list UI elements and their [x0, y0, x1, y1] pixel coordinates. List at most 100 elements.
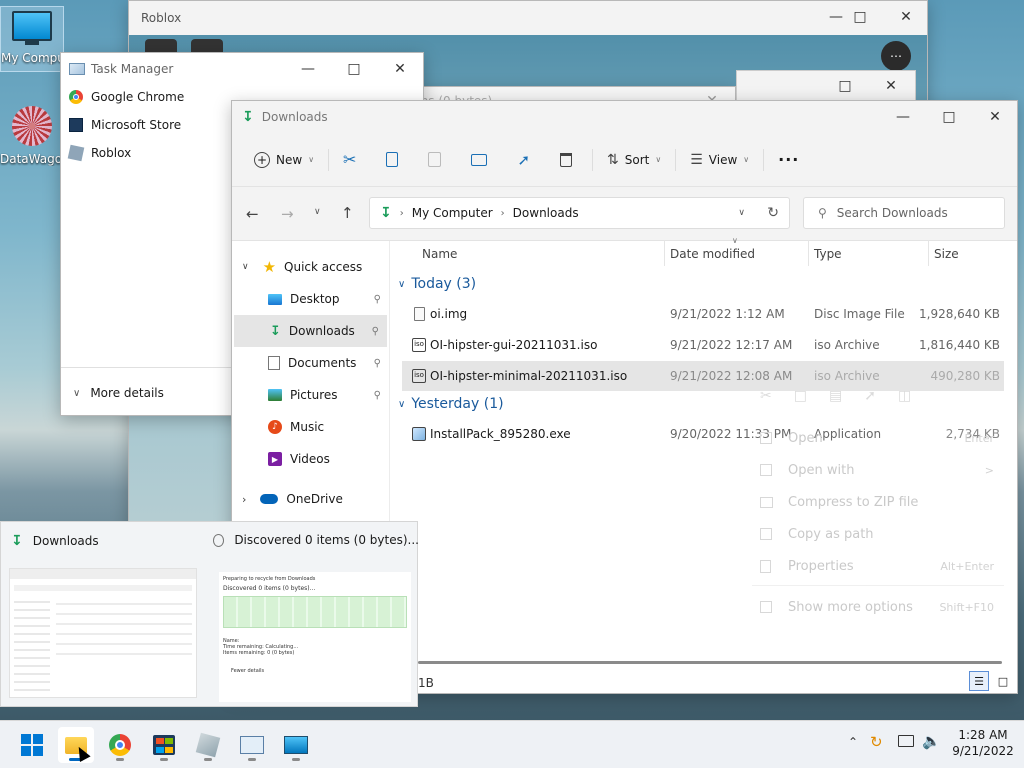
context-item-open-with[interactable]: Open with >: [760, 456, 1000, 484]
chevron-down-icon: ∨: [655, 155, 662, 164]
column-header-type[interactable]: Type: [814, 247, 842, 261]
monitor-icon: [12, 11, 52, 41]
up-arrow-icon[interactable]: ↑: [341, 204, 354, 222]
minimize-button[interactable]: —: [285, 53, 331, 85]
taskbar-chrome[interactable]: [102, 727, 138, 763]
network-icon[interactable]: [898, 735, 914, 747]
context-item-copy-path[interactable]: Copy as path: [760, 520, 1000, 548]
rename-icon[interactable]: ▤: [829, 388, 842, 404]
view-button[interactable]: ☰ View ∨: [682, 144, 757, 176]
copy-button[interactable]: [378, 144, 406, 176]
share-button[interactable]: ➚: [509, 144, 538, 176]
store-icon: [153, 735, 175, 755]
file-row[interactable]: iso OI-hipster-gui-20211031.iso 9/21/202…: [402, 330, 1004, 360]
refresh-icon[interactable]: ↻: [767, 205, 779, 221]
tiles-view-toggle[interactable]: □: [993, 671, 1013, 691]
delete-button[interactable]: [552, 144, 580, 176]
nav-item-documents[interactable]: Documents ⚲: [232, 347, 389, 379]
more-details-button[interactable]: ∨ More details: [61, 368, 233, 400]
taskbar-task-manager[interactable]: [234, 727, 270, 763]
trash-icon[interactable]: ◫: [898, 388, 911, 404]
clock-icon: [213, 533, 225, 547]
chevron-down-icon: ∨: [73, 387, 81, 399]
taskbar-file-explorer[interactable]: [58, 727, 94, 763]
context-item-open[interactable]: Open Enter: [760, 424, 1000, 452]
more-details-bar: ∨ More details: [61, 367, 233, 417]
address-dropdown-icon[interactable]: ∨: [738, 208, 745, 218]
maximize-button[interactable]: □: [331, 53, 377, 85]
nav-item-desktop[interactable]: Desktop ⚲: [232, 283, 389, 315]
close-button[interactable]: ✕: [868, 70, 914, 102]
sync-icon[interactable]: ↻: [870, 733, 883, 751]
group-header-today[interactable]: ∨ Today (3): [398, 276, 476, 292]
desktop-icon-datawagon[interactable]: DataWagon: [0, 106, 64, 166]
paste-button[interactable]: [420, 144, 449, 176]
breadcrumb-my-computer[interactable]: My Computer: [412, 206, 493, 220]
context-item-show-more[interactable]: Show more options Shift+F10: [760, 593, 1000, 621]
taskbar-roblox[interactable]: [190, 727, 226, 763]
close-button[interactable]: ✕: [972, 101, 1018, 133]
download-icon: ↧: [11, 533, 23, 549]
app-item-roblox[interactable]: Roblox: [61, 139, 231, 167]
app-item-chrome[interactable]: Google Chrome: [61, 83, 231, 111]
rename-button[interactable]: [463, 144, 495, 176]
context-item-compress-zip[interactable]: Compress to ZIP file: [760, 488, 1000, 516]
volume-icon[interactable]: 🔈: [922, 732, 941, 750]
cut-button[interactable]: ✂: [335, 144, 364, 176]
open-icon: [760, 432, 772, 444]
nav-onedrive[interactable]: › OneDrive: [232, 483, 389, 515]
more-options-icon[interactable]: ⋯: [881, 41, 911, 71]
preview-title: Discovered 0 items (0 bytes)...: [234, 533, 419, 547]
status-text: 1B: [418, 676, 434, 690]
clock[interactable]: 1:28 AM 9/21/2022: [950, 727, 1016, 759]
share-icon[interactable]: ➚: [864, 388, 876, 404]
nav-item-pictures[interactable]: Pictures ⚲: [232, 379, 389, 411]
minimize-button[interactable]: —: [880, 101, 926, 133]
nav-item-music[interactable]: ♪ Music: [232, 411, 389, 443]
taskbar-microsoft-store[interactable]: [146, 727, 182, 763]
file-row[interactable]: oi.img 9/21/2022 1:12 AM Disc Image File…: [402, 299, 1004, 329]
app-item-store[interactable]: Microsoft Store: [61, 111, 231, 139]
sort-icon: ⇅: [607, 151, 619, 168]
scissors-icon[interactable]: ✂: [760, 388, 772, 404]
show-hidden-icons-chevron[interactable]: ⌃: [848, 735, 858, 749]
datawagon-icon: [12, 106, 52, 146]
zip-folder-icon: [760, 496, 773, 508]
taskbar-preview-flyout: ↧ Downloads Discovered 0 items (0 bytes)…: [0, 521, 419, 708]
see-more-button[interactable]: ···: [770, 144, 807, 176]
context-quick-actions: ✂ □ ▤ ➚ ◫: [760, 388, 911, 404]
address-bar[interactable]: ↧ › My Computer › Downloads ∨ ↻: [369, 197, 790, 229]
taskbar-control-panel[interactable]: [278, 727, 314, 763]
show-more-icon: [760, 601, 772, 613]
close-button[interactable]: ✕: [883, 1, 929, 33]
desktop-icon-label: DataWagon: [0, 152, 64, 166]
recent-locations-icon[interactable]: ∨: [314, 207, 321, 217]
maximize-button[interactable]: □: [926, 101, 972, 133]
search-box[interactable]: ⚲ Search Downloads: [803, 197, 1005, 229]
close-button[interactable]: ✕: [377, 53, 423, 85]
new-button[interactable]: + New ∨: [246, 144, 322, 176]
column-header-size[interactable]: Size: [934, 247, 959, 261]
back-arrow-icon[interactable]: ←: [246, 205, 259, 223]
preview-downloads[interactable]: ↧ Downloads: [1, 522, 207, 708]
nav-item-downloads[interactable]: ↧ Downloads ⚲: [234, 315, 387, 347]
nav-quick-access[interactable]: ∨ ★ Quick access: [232, 251, 389, 283]
horizontal-scrollbar[interactable]: [418, 661, 1002, 664]
column-header-date[interactable]: Date modified: [670, 247, 755, 261]
start-button[interactable]: [14, 727, 50, 763]
context-item-properties[interactable]: Properties Alt+Enter: [760, 552, 1000, 580]
breadcrumb-downloads[interactable]: Downloads: [513, 206, 579, 220]
app-list: Google Chrome Microsoft Store Roblox: [61, 83, 231, 167]
desktop-icon-my-computer[interactable]: My Computer: [0, 6, 64, 72]
details-view-toggle[interactable]: ☰: [969, 671, 989, 691]
group-header-yesterday[interactable]: ∨ Yesterday (1): [398, 396, 504, 412]
forward-arrow-icon[interactable]: →: [281, 205, 294, 223]
sort-button[interactable]: ⇅ Sort ∨: [599, 144, 669, 176]
maximize-button[interactable]: □: [837, 1, 883, 33]
preview-thumbnail: [9, 568, 197, 698]
preview-recycle-dialog[interactable]: Discovered 0 items (0 bytes)... Preparin…: [207, 522, 419, 708]
maximize-button[interactable]: □: [822, 70, 868, 102]
column-header-name[interactable]: Name: [422, 247, 457, 261]
copy-icon[interactable]: □: [794, 388, 807, 404]
nav-item-videos[interactable]: ▶ Videos: [232, 443, 389, 475]
